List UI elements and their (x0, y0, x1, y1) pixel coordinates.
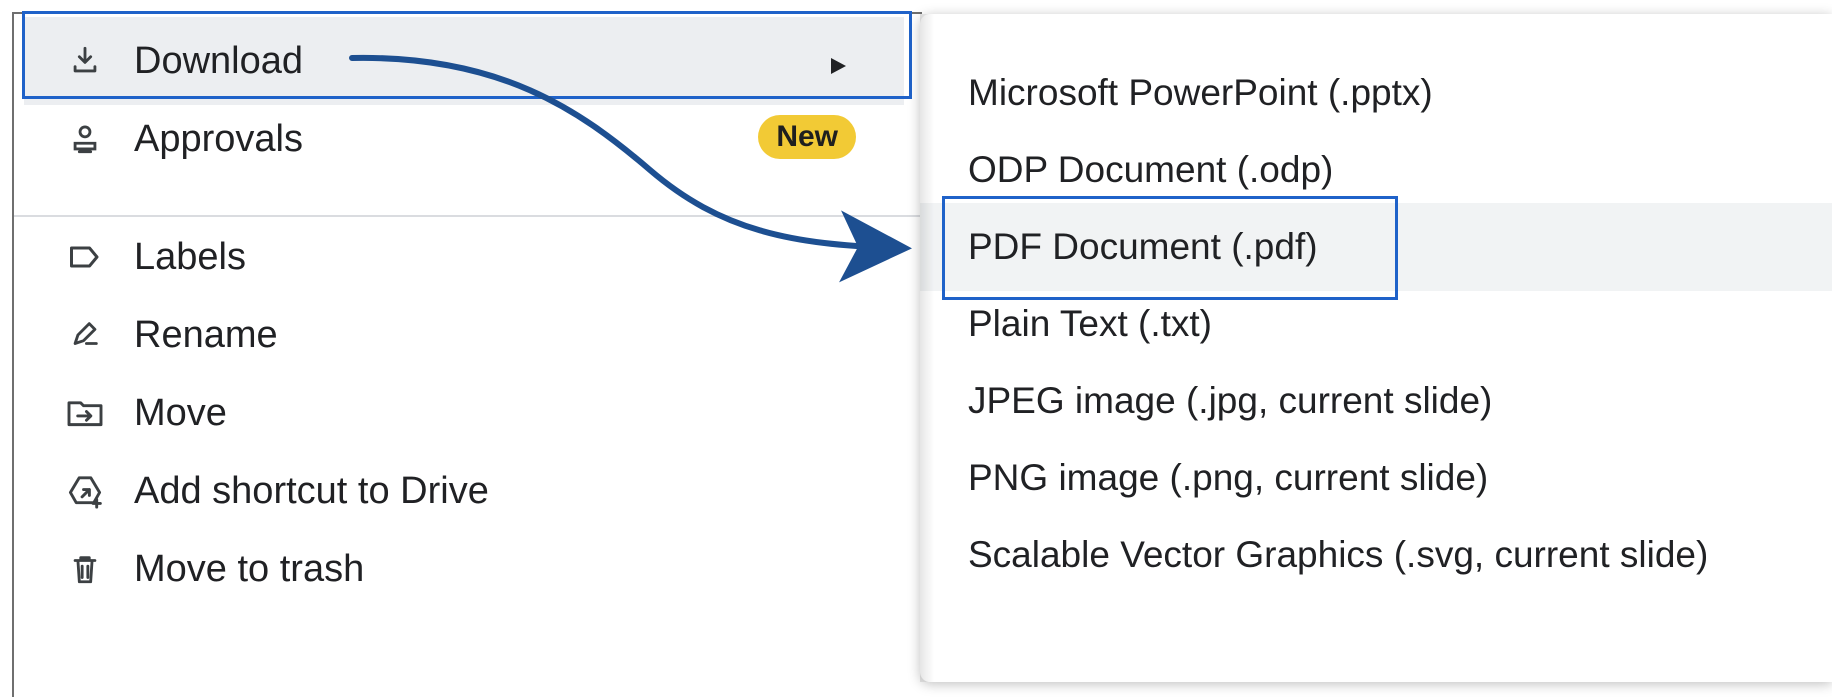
move-to-trash-menu-item[interactable]: Move to trash (24, 525, 904, 613)
download-jpg-item[interactable]: JPEG image (.jpg, current slide) (920, 357, 1832, 445)
download-pptx-item[interactable]: Microsoft PowerPoint (.pptx) (920, 49, 1832, 137)
add-shortcut-label: Add shortcut to Drive (134, 470, 489, 512)
label-icon (64, 236, 106, 278)
trash-icon (64, 548, 106, 590)
download-icon (64, 40, 106, 82)
submenu-arrow-icon (831, 58, 846, 74)
download-svg-label: Scalable Vector Graphics (.svg, current … (968, 534, 1709, 575)
download-txt-item[interactable]: Plain Text (.txt) (920, 280, 1832, 368)
labels-label: Labels (134, 236, 246, 278)
download-png-item[interactable]: PNG image (.png, current slide) (920, 434, 1832, 522)
download-submenu: Microsoft PowerPoint (.pptx) ODP Documen… (920, 14, 1832, 682)
download-pdf-label: PDF Document (.pdf) (968, 226, 1318, 267)
download-svg-item[interactable]: Scalable Vector Graphics (.svg, current … (920, 511, 1832, 599)
rename-icon (64, 314, 106, 356)
move-to-trash-label: Move to trash (134, 548, 365, 590)
download-png-label: PNG image (.png, current slide) (968, 457, 1489, 498)
download-jpg-label: JPEG image (.jpg, current slide) (968, 380, 1493, 421)
labels-menu-item[interactable]: Labels (24, 213, 904, 301)
download-pdf-item[interactable]: PDF Document (.pdf) (920, 203, 1832, 291)
move-label: Move (134, 392, 227, 434)
move-folder-icon (64, 392, 106, 434)
rename-label: Rename (134, 314, 278, 356)
approvals-icon (64, 118, 106, 160)
move-menu-item[interactable]: Move (24, 369, 904, 457)
screenshot-stage: Download Approvals New Labels Rename Mov… (0, 0, 1832, 697)
add-shortcut-menu-item[interactable]: Add shortcut to Drive (24, 447, 904, 535)
download-txt-label: Plain Text (.txt) (968, 303, 1213, 344)
download-pptx-label: Microsoft PowerPoint (.pptx) (968, 72, 1433, 113)
approvals-label: Approvals (134, 118, 303, 160)
download-odp-label: ODP Document (.odp) (968, 149, 1334, 190)
new-badge: New (758, 115, 856, 159)
download-odp-item[interactable]: ODP Document (.odp) (920, 126, 1832, 214)
download-menu-item[interactable]: Download (24, 17, 904, 105)
file-context-menu: Download Approvals New Labels Rename Mov… (12, 12, 924, 697)
approvals-menu-item[interactable]: Approvals New (24, 95, 904, 183)
rename-menu-item[interactable]: Rename (24, 291, 904, 379)
drive-shortcut-icon (64, 470, 106, 512)
download-label: Download (134, 40, 303, 82)
